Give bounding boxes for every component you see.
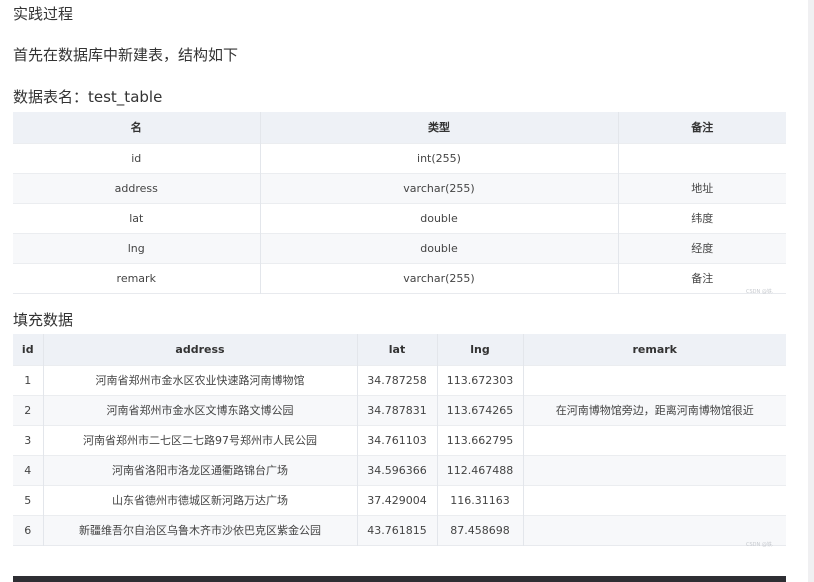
data-cell-lat: 34.787831 [357,395,438,425]
heading-table-name: 数据表名：test_table [13,88,163,106]
table-row: 5 山东省德州市德城区新河路万达广场 37.429004 116.31163 [13,485,786,515]
bottom-dark-bar [13,576,786,582]
data-cell-remark [523,365,786,395]
data-cell-lng: 87.458698 [437,515,524,545]
data-cell-id: 3 [13,425,44,455]
data-col-id-header: id [13,334,44,365]
data-cell-address: 河南省洛阳市洛龙区通衢路锦台广场 [43,455,358,485]
data-cell-lng: 113.672303 [437,365,524,395]
watermark-schema: CSDN @铁. [746,289,774,295]
table-row: lng double 经度 [13,233,786,263]
table-row: 6 新疆维吾尔自治区乌鲁木齐市沙依巴克区紫金公园 43.761815 87.45… [13,515,786,545]
schema-cell-comment: 经度 [618,233,786,263]
data-cell-remark [523,455,786,485]
schema-col-comment-header: 备注 [618,112,786,143]
schema-cell-name: lat [13,203,261,233]
data-cell-id: 5 [13,485,44,515]
data-cell-lat: 34.761103 [357,425,438,455]
schema-cell-type: varchar(255) [260,263,619,293]
data-cell-address: 新疆维吾尔自治区乌鲁木齐市沙依巴克区紫金公园 [43,515,358,545]
data-cell-id: 2 [13,395,44,425]
table-row: address varchar(255) 地址 [13,173,786,203]
data-cell-remark [523,425,786,455]
data-col-remark-header: remark [523,334,786,365]
schema-cell-type: double [260,233,619,263]
schema-col-name-header: 名 [13,112,261,143]
data-cell-lat: 37.429004 [357,485,438,515]
data-cell-lng: 116.31163 [437,485,524,515]
heading-intro: 首先在数据库中新建表，结构如下 [13,46,239,64]
heading-fill-data: 填充数据 [13,311,74,329]
schema-cell-name: lng [13,233,261,263]
data-cell-lng: 112.467488 [437,455,524,485]
schema-cell-type: int(255) [260,143,619,173]
watermark-data: CSDN @铁. [746,542,774,548]
data-cell-lng: 113.662795 [437,425,524,455]
data-cell-lat: 34.596366 [357,455,438,485]
data-cell-remark: 在河南博物馆旁边，距离河南博物馆很近 [523,395,786,425]
data-table: id address lat lng remark 1 河南省郑州市金水区农业快… [13,334,786,546]
data-header-row: id address lat lng remark [13,334,786,365]
schema-cell-type: varchar(255) [260,173,619,203]
table-row: 1 河南省郑州市金水区农业快速路河南博物馆 34.787258 113.6723… [13,365,786,395]
data-col-address-header: address [43,334,358,365]
heading-practice: 实践过程 [13,5,74,23]
schema-cell-comment [618,143,786,173]
table-row: remark varchar(255) 备注 [13,263,786,293]
schema-cell-type: double [260,203,619,233]
page: 实践过程 首先在数据库中新建表，结构如下 数据表名：test_table 名 类… [0,0,814,582]
table-row: lat double 纬度 [13,203,786,233]
table-row: 3 河南省郑州市二七区二七路97号郑州市人民公园 34.761103 113.6… [13,425,786,455]
data-col-lat-header: lat [357,334,438,365]
data-cell-lat: 34.787258 [357,365,438,395]
table-row: 4 河南省洛阳市洛龙区通衢路锦台广场 34.596366 112.467488 [13,455,786,485]
data-col-lng-header: lng [437,334,524,365]
schema-cell-comment: 纬度 [618,203,786,233]
data-cell-lng: 113.674265 [437,395,524,425]
data-cell-address: 河南省郑州市金水区文博东路文博公园 [43,395,358,425]
data-cell-id: 4 [13,455,44,485]
data-cell-address: 山东省德州市德城区新河路万达广场 [43,485,358,515]
table-row: 2 河南省郑州市金水区文博东路文博公园 34.787831 113.674265… [13,395,786,425]
schema-header-row: 名 类型 备注 [13,112,786,143]
schema-cell-name: address [13,173,261,203]
data-cell-id: 6 [13,515,44,545]
data-cell-id: 1 [13,365,44,395]
schema-table: 名 类型 备注 id int(255) address varchar(255)… [13,112,786,294]
data-cell-address: 河南省郑州市金水区农业快速路河南博物馆 [43,365,358,395]
schema-col-type-header: 类型 [260,112,619,143]
schema-cell-name: id [13,143,261,173]
schema-cell-comment: 地址 [618,173,786,203]
data-cell-lat: 43.761815 [357,515,438,545]
right-scroll-rail[interactable] [808,0,814,582]
data-cell-remark [523,485,786,515]
table-row: id int(255) [13,143,786,173]
data-cell-address: 河南省郑州市二七区二七路97号郑州市人民公园 [43,425,358,455]
schema-cell-name: remark [13,263,261,293]
